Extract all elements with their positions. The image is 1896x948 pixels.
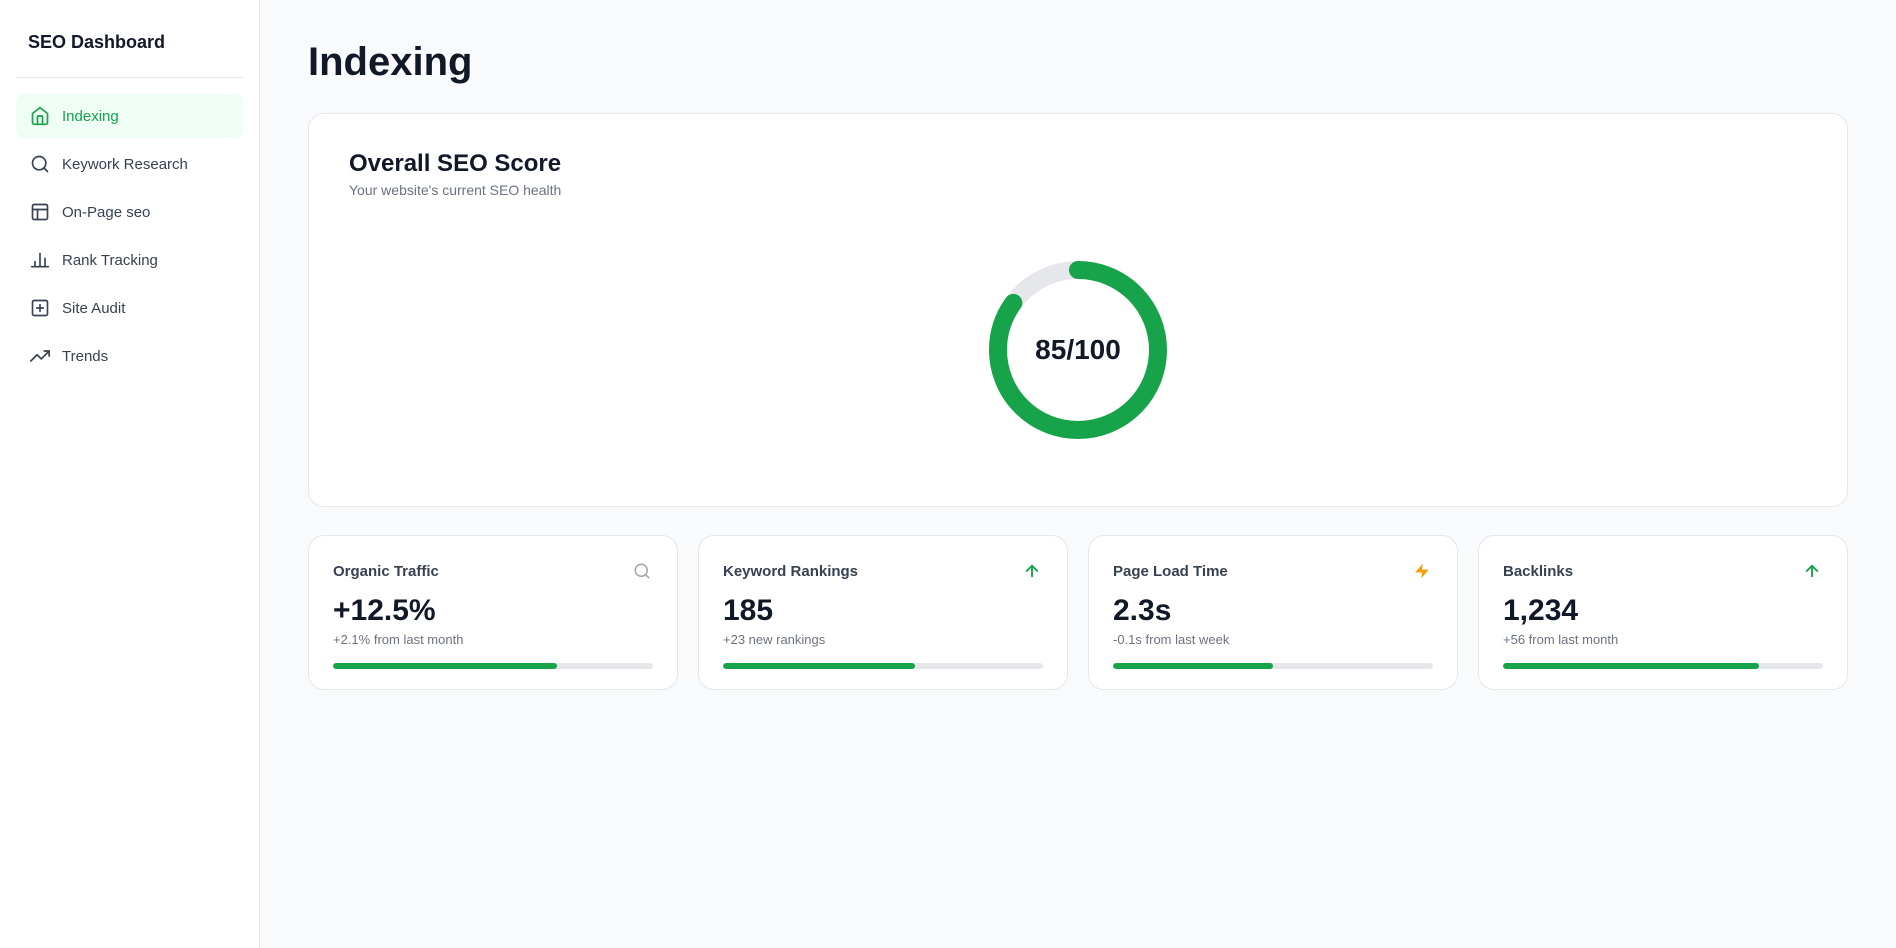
sidebar-item-rank-tracking[interactable]: Rank Tracking	[16, 238, 243, 282]
metrics-row: Organic Traffic +12.5% +2.1% from last m…	[308, 535, 1848, 690]
sidebar-nav: Indexing Keywork Research On-Page seo	[16, 94, 243, 382]
metric-bar-bg	[333, 663, 653, 669]
sidebar-item-keyword-research[interactable]: Keywork Research	[16, 142, 243, 186]
sidebar-item-on-page-seo[interactable]: On-Page seo	[16, 190, 243, 234]
sidebar-item-label: On-Page seo	[62, 204, 150, 221]
metric-name: Page Load Time	[1113, 563, 1228, 580]
metric-bar-fill	[1503, 663, 1759, 669]
metric-change: +56 from last month	[1503, 632, 1823, 647]
seo-score-subtitle: Your website's current SEO health	[349, 182, 561, 198]
metric-bar-fill	[1113, 663, 1273, 669]
seo-score-card: Overall SEO Score Your website's current…	[308, 113, 1848, 507]
metric-change: +2.1% from last month	[333, 632, 653, 647]
metric-change: -0.1s from last week	[1113, 632, 1433, 647]
metric-bar-bg	[1503, 663, 1823, 669]
metric-value: +12.5%	[333, 594, 653, 628]
metric-bar-fill	[333, 663, 557, 669]
metric-header: Page Load Time	[1113, 560, 1433, 582]
metric-card-organic-traffic: Organic Traffic +12.5% +2.1% from last m…	[308, 535, 678, 690]
metric-header: Backlinks	[1503, 560, 1823, 582]
sidebar: SEO Dashboard Indexing Keywork Research	[0, 0, 260, 948]
sidebar-item-indexing[interactable]: Indexing	[16, 94, 243, 138]
metric-value: 2.3s	[1113, 594, 1433, 628]
metric-change: +23 new rankings	[723, 632, 1043, 647]
metric-bar-bg	[1113, 663, 1433, 669]
metric-name: Organic Traffic	[333, 563, 439, 580]
home-icon	[30, 106, 50, 126]
main-content: Indexing Overall SEO Score Your website'…	[260, 0, 1896, 948]
bolt-icon	[1411, 560, 1433, 582]
sidebar-item-label: Site Audit	[62, 300, 125, 317]
page-title: Indexing	[308, 40, 1848, 85]
donut-wrapper: 85/100	[978, 250, 1178, 450]
metric-card-keyword-rankings: Keyword Rankings 185 +23 new rankings	[698, 535, 1068, 690]
document-icon	[30, 202, 50, 222]
sidebar-item-label: Rank Tracking	[62, 252, 158, 269]
metric-header: Keyword Rankings	[723, 560, 1043, 582]
trending-up-icon	[30, 346, 50, 366]
metric-name: Keyword Rankings	[723, 563, 858, 580]
sidebar-item-site-audit[interactable]: Site Audit	[16, 286, 243, 330]
sidebar-title: SEO Dashboard	[16, 24, 243, 78]
metric-bar-fill	[723, 663, 915, 669]
metric-value: 185	[723, 594, 1043, 628]
sidebar-item-label: Trends	[62, 348, 108, 365]
metric-value: 1,234	[1503, 594, 1823, 628]
metric-bar-bg	[723, 663, 1043, 669]
metric-header: Organic Traffic	[333, 560, 653, 582]
sidebar-item-trends[interactable]: Trends	[16, 334, 243, 378]
chart-bar-icon	[30, 250, 50, 270]
metric-card-page-load-time: Page Load Time 2.3s -0.1s from last week	[1088, 535, 1458, 690]
donut-chart-container: 85/100	[349, 230, 1807, 470]
metric-name: Backlinks	[1503, 563, 1573, 580]
plus-square-icon	[30, 298, 50, 318]
sidebar-item-label: Keywork Research	[62, 156, 188, 173]
seo-score-title: Overall SEO Score	[349, 150, 561, 178]
metric-card-backlinks: Backlinks 1,234 +56 from last month	[1478, 535, 1848, 690]
search-icon	[631, 560, 653, 582]
search-icon	[30, 154, 50, 174]
arrow-up-icon	[1801, 560, 1823, 582]
arrow-up-icon	[1021, 560, 1043, 582]
sidebar-item-label: Indexing	[62, 108, 119, 125]
donut-label: 85/100	[1035, 334, 1121, 366]
